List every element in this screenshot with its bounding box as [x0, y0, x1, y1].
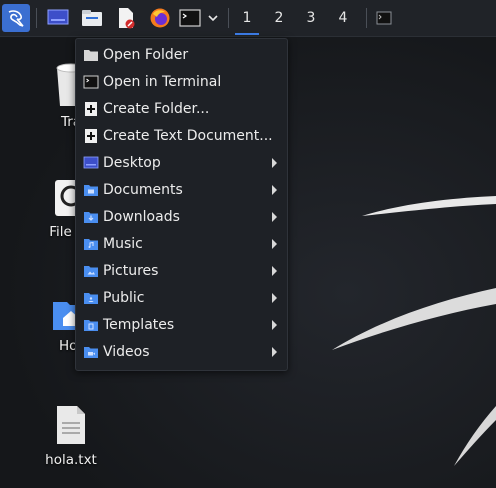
desktop[interactable]: 1 2 3 4 Tra File Sy Hor hola.txt Open Fo…	[0, 0, 496, 488]
pictures-folder-icon	[84, 266, 98, 277]
terminal-dropdown-button[interactable]	[204, 4, 222, 32]
menu-item-documents[interactable]: Documents	[76, 176, 287, 203]
menu-item-music[interactable]: Music	[76, 230, 287, 257]
menu-item-label: Templates	[103, 316, 175, 333]
menu-item-label: Public	[103, 289, 145, 306]
menu-item-desktop[interactable]: Desktop	[76, 149, 287, 176]
menu-item-label: Music	[103, 235, 143, 252]
menu-item-videos[interactable]: Videos	[76, 338, 287, 365]
submenu-arrow-icon	[272, 266, 277, 276]
desktop-icon	[47, 9, 69, 25]
text-editor-icon	[119, 8, 135, 29]
terminal-launcher[interactable]	[178, 4, 202, 32]
menu-item-label: Desktop	[103, 154, 161, 171]
desktop-icon-label: hola.txt	[45, 452, 97, 468]
submenu-arrow-icon	[272, 347, 277, 357]
folder-icon	[84, 50, 98, 61]
public-folder-icon	[84, 293, 98, 304]
desktop-folder-icon	[83, 156, 99, 169]
workspace-2-button[interactable]: 2	[264, 4, 294, 32]
kali-dragon-icon	[8, 10, 24, 27]
taskbar-separator	[228, 8, 229, 28]
menu-item-create-folder[interactable]: Create Folder...	[76, 95, 287, 122]
menu-item-label: Videos	[103, 343, 150, 360]
menu-item-open-in-terminal[interactable]: Open in Terminal	[76, 68, 287, 95]
menu-item-label: Create Text Document...	[103, 127, 273, 144]
workspace-label: 4	[338, 10, 348, 26]
documents-folder-icon	[84, 185, 98, 196]
menu-item-create-text-document[interactable]: Create Text Document...	[76, 122, 287, 149]
kali-menu-button[interactable]	[2, 4, 30, 32]
chevron-down-icon	[208, 15, 218, 22]
wallpaper-spike	[360, 190, 496, 230]
wallpaper-spike	[450, 388, 496, 468]
menu-item-pictures[interactable]: Pictures	[76, 257, 287, 284]
firefox-launcher[interactable]	[146, 4, 174, 32]
templates-folder-icon	[84, 320, 98, 331]
menu-item-public[interactable]: Public	[76, 284, 287, 311]
menu-item-label: Open Folder	[103, 46, 189, 63]
firefox-icon	[150, 8, 170, 28]
show-desktop-button[interactable]	[44, 4, 72, 32]
workspace-3-button[interactable]: 3	[296, 4, 326, 32]
submenu-arrow-icon	[272, 239, 277, 249]
wallpaper-spike	[330, 280, 496, 360]
downloads-folder-icon	[84, 212, 98, 223]
menu-item-label: Open in Terminal	[103, 73, 222, 90]
submenu-arrow-icon	[272, 185, 277, 195]
menu-item-label: Documents	[103, 181, 183, 198]
submenu-arrow-icon	[272, 212, 277, 222]
menu-item-label: Pictures	[103, 262, 159, 279]
workspace-label: 1	[242, 10, 252, 26]
workspace-1-button[interactable]: 1	[232, 4, 262, 35]
taskbar: 1 2 3 4	[0, 0, 496, 37]
file-manager-launcher[interactable]	[78, 4, 106, 32]
workspace-label: 3	[306, 10, 316, 26]
taskbar-separator	[36, 8, 37, 28]
text-file-icon	[57, 406, 85, 444]
menu-item-label: Downloads	[103, 208, 180, 225]
terminal-icon	[376, 11, 392, 25]
terminal-icon	[179, 9, 201, 27]
music-folder-icon	[84, 239, 98, 250]
terminal-window-button[interactable]	[372, 4, 396, 32]
menu-item-label: Create Folder...	[103, 100, 210, 117]
terminal-icon	[83, 75, 99, 89]
workspace-label: 2	[274, 10, 284, 26]
workspace-4-button[interactable]: 4	[328, 4, 358, 32]
file-manager-icon	[82, 10, 102, 26]
menu-item-templates[interactable]: Templates	[76, 311, 287, 338]
menu-item-downloads[interactable]: Downloads	[76, 203, 287, 230]
submenu-arrow-icon	[272, 293, 277, 303]
taskbar-separator	[366, 8, 367, 28]
plus-icon	[85, 102, 97, 116]
text-editor-launcher[interactable]	[112, 4, 140, 32]
videos-folder-icon	[84, 347, 98, 358]
desktop-context-menu: Open Folder Open in Terminal Create Fold…	[75, 38, 288, 371]
submenu-arrow-icon	[272, 158, 277, 168]
plus-icon	[85, 129, 97, 143]
menu-item-open-folder[interactable]: Open Folder	[76, 41, 287, 68]
submenu-arrow-icon	[272, 320, 277, 330]
desktop-icon-hola[interactable]: hola.txt	[31, 404, 111, 468]
